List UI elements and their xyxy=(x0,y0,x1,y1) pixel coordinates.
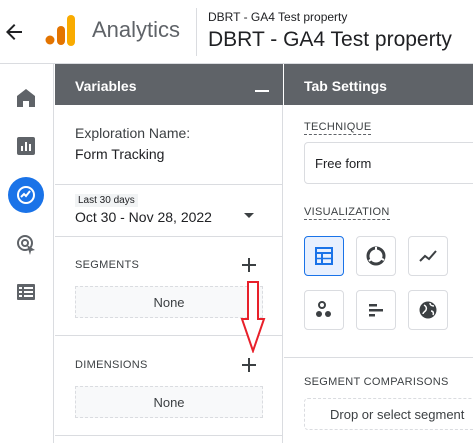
exploration-name-label: Exploration Name: xyxy=(75,125,191,141)
back-arrow-icon[interactable] xyxy=(2,20,26,44)
divider xyxy=(284,357,473,358)
donut-chart-icon[interactable] xyxy=(356,236,396,276)
divider xyxy=(55,435,283,436)
scatter-plot-icon[interactable] xyxy=(304,290,344,330)
segments-label: SEGMENTS xyxy=(75,259,140,271)
variables-header: Variables xyxy=(55,64,283,105)
segment-comparisons-label: SEGMENT COMPARISONS xyxy=(304,376,449,388)
reports-icon[interactable] xyxy=(14,134,38,158)
tab-settings-header: Tab Settings xyxy=(284,64,473,105)
analytics-logo-icon xyxy=(45,15,75,46)
property-name[interactable]: DBRT - GA4 Test property xyxy=(208,28,452,52)
technique-label: TECHNIQUE xyxy=(304,121,372,135)
explore-icon[interactable] xyxy=(8,177,44,213)
dimensions-label: DIMENSIONS xyxy=(75,359,148,371)
date-range-label: Last 30 days xyxy=(75,194,138,207)
technique-select[interactable]: Free form xyxy=(304,142,473,184)
divider xyxy=(55,184,283,185)
account-name[interactable]: DBRT - GA4 Test property xyxy=(208,10,347,24)
technique-value: Free form xyxy=(315,156,372,171)
annotation-arrow-icon xyxy=(240,281,266,358)
date-range-dropdown-icon[interactable] xyxy=(244,213,254,218)
collapse-icon[interactable] xyxy=(255,90,269,92)
line-chart-icon[interactable] xyxy=(408,236,448,276)
dimensions-empty[interactable]: None xyxy=(75,386,263,418)
divider xyxy=(55,236,283,237)
bar-chart-icon[interactable] xyxy=(356,290,396,330)
top-bar: Analytics DBRT - GA4 Test property DBRT … xyxy=(0,0,473,64)
segments-empty[interactable]: None xyxy=(75,286,263,318)
exploration-name-value[interactable]: Form Tracking xyxy=(75,146,164,162)
left-nav xyxy=(0,64,54,443)
geo-map-icon[interactable] xyxy=(408,290,448,330)
visualization-label: VISUALIZATION xyxy=(304,206,390,220)
segment-drop-zone[interactable]: Drop or select segment xyxy=(304,398,473,430)
app-title: Analytics xyxy=(92,17,181,42)
tab-settings-title: Tab Settings xyxy=(304,78,387,94)
variables-panel: Variables Exploration Name: Form Trackin… xyxy=(55,64,283,443)
configure-icon[interactable] xyxy=(14,280,38,304)
home-icon[interactable] xyxy=(14,86,38,110)
tab-settings-panel: Tab Settings TECHNIQUE Free form VISUALI… xyxy=(284,64,473,443)
header-divider xyxy=(196,8,197,56)
add-segment-button[interactable] xyxy=(242,258,256,272)
advertising-icon[interactable] xyxy=(14,232,38,256)
add-dimension-button[interactable] xyxy=(242,358,256,372)
date-range-value[interactable]: Oct 30 - Nov 28, 2022 xyxy=(75,209,212,225)
table-icon[interactable] xyxy=(304,236,344,276)
variables-title: Variables xyxy=(75,78,137,94)
